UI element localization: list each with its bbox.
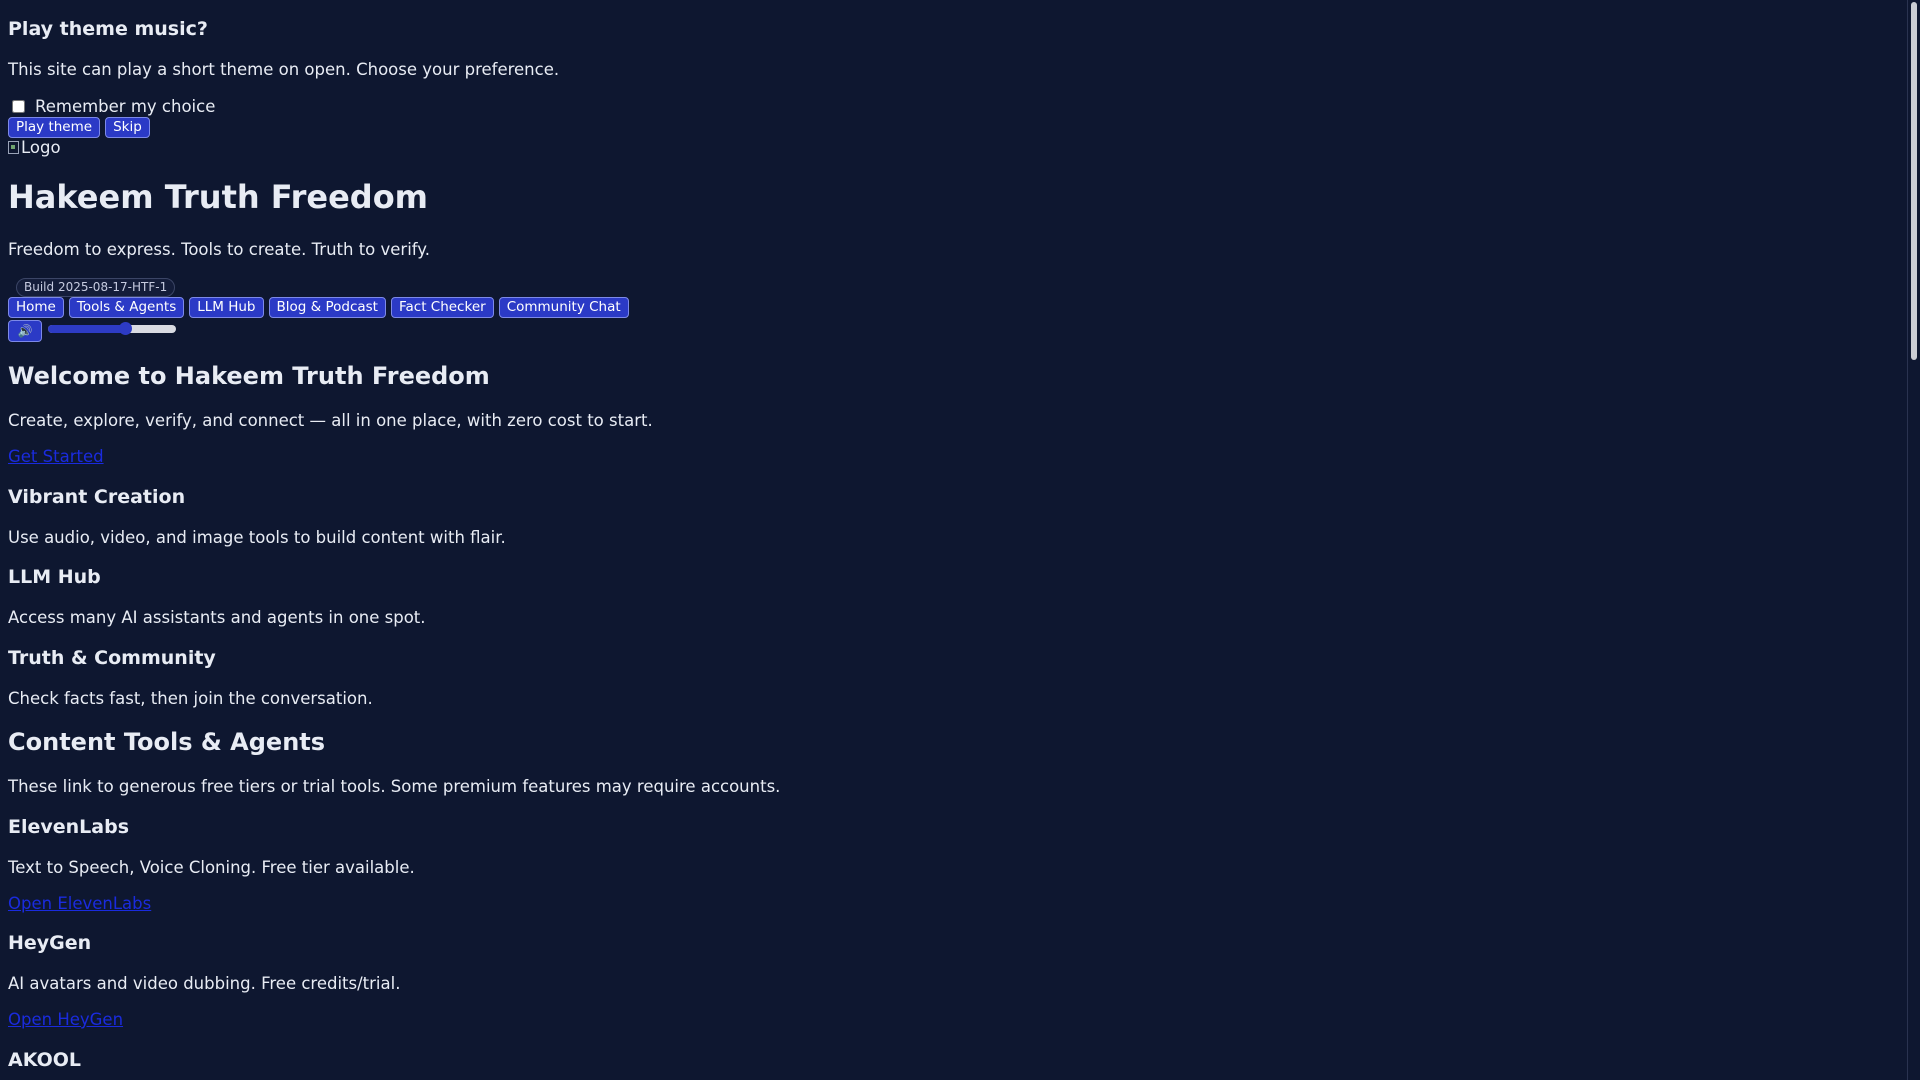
audio-controls: 🔊: [8, 320, 176, 342]
scrollbar-thumb[interactable]: [1911, 2, 1917, 360]
tool-name: AKOOL: [8, 1049, 81, 1071]
tool-name: ElevenLabs: [8, 816, 130, 838]
broken-image-icon: [8, 141, 19, 154]
feature-title: LLM Hub: [8, 566, 101, 588]
welcome-title: Welcome to Hakeem Truth Freedom: [8, 362, 490, 390]
get-started-link[interactable]: Get Started: [8, 447, 104, 466]
volume-slider-fill: [48, 324, 125, 333]
logo: Logo: [8, 138, 61, 157]
welcome-text: Create, explore, verify, and connect — a…: [8, 411, 653, 430]
open-elevenlabs-link[interactable]: Open ElevenLabs: [8, 894, 151, 913]
build-badge: Build 2025-08-17-HTF-1: [16, 278, 176, 297]
tool-desc: AI avatars and video dubbing. Free credi…: [8, 974, 401, 993]
tool-desc: Text to Speech, Voice Cloning. Free tier…: [8, 858, 415, 877]
remember-label: Remember my choice: [35, 97, 216, 116]
feature-title: Truth & Community: [8, 647, 216, 669]
feature-text: Use audio, video, and image tools to bui…: [8, 528, 506, 547]
scrollbar[interactable]: [1907, 0, 1920, 1080]
theme-prompt-actions: Play theme Skip: [8, 117, 150, 138]
main-nav: Home Tools & Agents LLM Hub Blog & Podca…: [8, 297, 629, 318]
nav-fact-checker[interactable]: Fact Checker: [390, 297, 494, 318]
tools-title: Content Tools & Agents: [8, 728, 326, 756]
volume-slider[interactable]: [48, 321, 176, 335]
nav-tools-agents[interactable]: Tools & Agents: [68, 297, 185, 318]
logo-alt-text: Logo: [21, 138, 61, 157]
tool-name: HeyGen: [8, 932, 92, 954]
page: Play theme music? This site can play a s…: [0, 0, 1920, 1080]
nav-llm-hub[interactable]: LLM Hub: [189, 297, 264, 318]
tagline: Freedom to express. Tools to create. Tru…: [8, 240, 430, 259]
feature-title: Vibrant Creation: [8, 486, 186, 508]
site-title: Hakeem Truth Freedom: [8, 178, 429, 216]
feature-text: Access many AI assistants and agents in …: [8, 608, 426, 627]
theme-prompt-title: Play theme music?: [8, 18, 208, 40]
tools-intro: These link to generous free tiers or tri…: [8, 777, 781, 796]
speaker-icon[interactable]: 🔊: [8, 320, 42, 342]
volume-slider-thumb[interactable]: [118, 321, 132, 335]
nav-community-chat[interactable]: Community Chat: [498, 297, 629, 318]
remember-choice[interactable]: Remember my choice: [8, 97, 215, 116]
remember-checkbox[interactable]: [12, 100, 25, 113]
nav-blog-podcast[interactable]: Blog & Podcast: [268, 297, 386, 318]
feature-text: Check facts fast, then join the conversa…: [8, 689, 373, 708]
theme-prompt-text: This site can play a short theme on open…: [8, 60, 560, 79]
nav-home[interactable]: Home: [8, 297, 64, 318]
play-theme-button[interactable]: Play theme: [8, 117, 101, 138]
skip-button[interactable]: Skip: [105, 117, 150, 138]
open-heygen-link[interactable]: Open HeyGen: [8, 1010, 123, 1029]
